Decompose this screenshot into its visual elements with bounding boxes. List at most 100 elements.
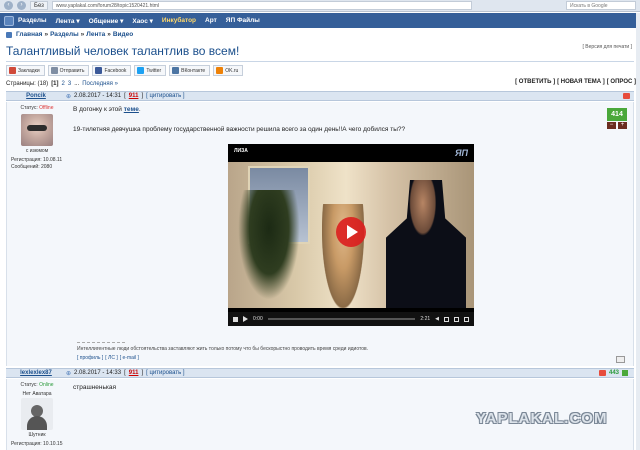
breadcrumb-sections[interactable]: Разделы <box>50 30 79 40</box>
status-label: Статус: <box>20 105 38 111</box>
post-link-icon[interactable]: ⊕ <box>66 93 71 100</box>
post-number[interactable]: 911 <box>129 370 139 376</box>
share-label: Закладки <box>18 67 40 74</box>
settings-icon[interactable] <box>444 316 449 322</box>
pm-link[interactable]: [ ЛС ] <box>105 355 117 361</box>
post-date: 2.08.2017 - 14:31 <box>74 93 122 99</box>
avatar-caption: с изюмом <box>25 148 49 154</box>
post-signature: Интеллигентные люди обстоятельства заста… <box>77 346 369 352</box>
play-small-icon[interactable] <box>243 316 248 322</box>
page-scrollbar[interactable] <box>636 13 640 450</box>
breadcrumb-sep: » <box>80 31 85 38</box>
last-page-link[interactable]: Последняя » <box>82 81 118 87</box>
report-icon[interactable] <box>598 370 606 376</box>
status-offline: Offline <box>39 105 54 111</box>
rate-up-button[interactable]: + <box>618 122 627 129</box>
share-ok-button[interactable]: OK.ru <box>213 65 244 76</box>
rating-value: 443 <box>608 370 619 376</box>
share-label: Отправить <box>59 67 85 74</box>
avatar-glasses <box>27 125 47 131</box>
cast-icon[interactable] <box>454 316 459 322</box>
topic-header: Талантливый человек талантлив во всем! [… <box>6 42 634 62</box>
nav-item-art[interactable]: Арт <box>205 17 217 24</box>
print-version-link[interactable]: [ Версия для печати ] <box>583 44 632 50</box>
ok-icon <box>216 67 224 74</box>
breadcrumb-video[interactable]: Видео <box>113 30 133 40</box>
share-label: Facebook <box>104 67 127 74</box>
nav-item-incubator[interactable]: Инкубатор <box>162 17 196 24</box>
nav-item-sections[interactable]: Разделы <box>18 17 47 24</box>
rate-down-button[interactable]: − <box>607 122 616 129</box>
post-footer: [ профиль ] [ ЛС ] [ e-mail ] <box>77 355 139 361</box>
post-number[interactable]: 911 <box>129 93 139 99</box>
user-status: Статус: Offline <box>7 105 67 111</box>
pages-ellipsis: ... <box>74 81 80 87</box>
nav-item-chaos[interactable]: Хаос ▾ <box>132 17 153 25</box>
video-seekbar[interactable] <box>267 318 416 320</box>
play-icon[interactable] <box>336 217 366 247</box>
share-vk-button[interactable]: ВКонтакте <box>169 65 211 76</box>
post-date: 2.08.2017 - 14:33 <box>74 370 122 376</box>
search-input[interactable]: Искать в Google <box>566 1 636 10</box>
email-link[interactable]: [ e-mail ] <box>120 355 139 361</box>
vk-icon <box>172 67 180 74</box>
video-time-current: 0:00 <box>253 316 263 322</box>
share-twitter-button[interactable]: Twitter <box>134 65 167 76</box>
forward-icon[interactable]: › <box>17 1 26 10</box>
browser-toolbar: ‹ › Без www.yaplakal.com/forum28/topic15… <box>0 0 640 12</box>
browser-tab[interactable]: Без <box>30 1 48 10</box>
status-label: Статус: <box>20 382 38 388</box>
volume-icon[interactable]: ◀ <box>435 316 439 322</box>
quote-button[interactable]: [ цитировать ] <box>146 93 184 99</box>
profile-link[interactable]: [ профиль ] <box>77 355 103 361</box>
post-header: Poncik ⊕ 2.08.2017 - 14:31 [911] [ цитир… <box>6 91 634 101</box>
post-author[interactable]: Poncik <box>6 93 66 99</box>
site-nav: Разделы Лента ▾ Общение ▾ Хаос ▾ Инкубат… <box>0 13 640 28</box>
rating-value: 414 <box>607 108 627 121</box>
scroll-top-icon[interactable] <box>616 356 625 363</box>
topic-actions: [ ОТВЕТИТЬ ] [ НОВАЯ ТЕМА ] [ ОПРОС ] <box>515 79 636 85</box>
site-logo-icon[interactable] <box>4 15 14 26</box>
user-post-count: Сообщений: 2080 <box>11 164 53 170</box>
report-icon[interactable] <box>623 93 630 99</box>
share-label: Twitter <box>146 67 162 74</box>
nav-item-chat[interactable]: Общение ▾ <box>89 17 124 25</box>
post-text: страшненькая <box>73 384 116 391</box>
status-online: Online <box>39 382 54 388</box>
post-link-icon[interactable]: ⊕ <box>66 370 71 377</box>
video-controls: 0:00 2:21 ◀ <box>228 312 474 326</box>
rate-up-icon[interactable] <box>622 370 628 376</box>
search-placeholder: Искать в Google <box>570 2 608 9</box>
twitter-icon <box>137 67 145 74</box>
topic-link[interactable]: теме <box>124 106 139 113</box>
video-man <box>386 180 466 308</box>
fullscreen-icon[interactable] <box>464 316 469 322</box>
share-bookmarks-button[interactable]: Закладки <box>6 65 45 76</box>
page-link[interactable]: 3 <box>68 81 71 87</box>
avatar[interactable] <box>21 114 53 146</box>
address-bar[interactable]: www.yaplakal.com/forum28/topic1520421.ht… <box>51 1 472 10</box>
share-facebook-button[interactable]: Facebook <box>92 65 132 76</box>
nav-item-files[interactable]: ЯП Файлы <box>226 17 260 24</box>
page-link[interactable]: 2 <box>62 81 65 87</box>
breadcrumb-home[interactable]: Главная <box>16 30 42 40</box>
video-title: ЛИЗА <box>234 148 248 154</box>
share-bar: Закладки Отправить Facebook Twitter ВКон… <box>6 64 634 77</box>
avatar[interactable] <box>21 398 53 430</box>
new-topic-button[interactable]: [ НОВАЯ ТЕМА ] <box>557 79 605 85</box>
share-send-button[interactable]: Отправить <box>47 65 90 76</box>
reply-button[interactable]: [ ОТВЕТИТЬ ] <box>515 79 555 85</box>
post-author[interactable]: lexlexlex87 <box>6 370 66 376</box>
post-text-line: В догонку к этой теме. <box>73 106 141 113</box>
user-profile: Статус: Online Нет Аватара Шутник Регист… <box>7 379 67 448</box>
post-text: В догонку к этой <box>73 106 124 113</box>
nav-item-feed[interactable]: Лента ▾ <box>56 17 80 25</box>
stop-icon[interactable] <box>233 316 238 322</box>
avatar-torso <box>27 416 47 430</box>
quote-button[interactable]: [ цитировать ] <box>146 370 184 376</box>
poll-button[interactable]: [ ОПРОС ] <box>607 79 636 85</box>
video-player[interactable]: ЛИЗА ЯП 0:00 2:21 ◀ <box>228 144 474 326</box>
pages-label: Страницы: (18) <box>6 81 49 87</box>
back-icon[interactable]: ‹ <box>4 1 13 10</box>
breadcrumb-feed[interactable]: Лента <box>86 30 105 40</box>
